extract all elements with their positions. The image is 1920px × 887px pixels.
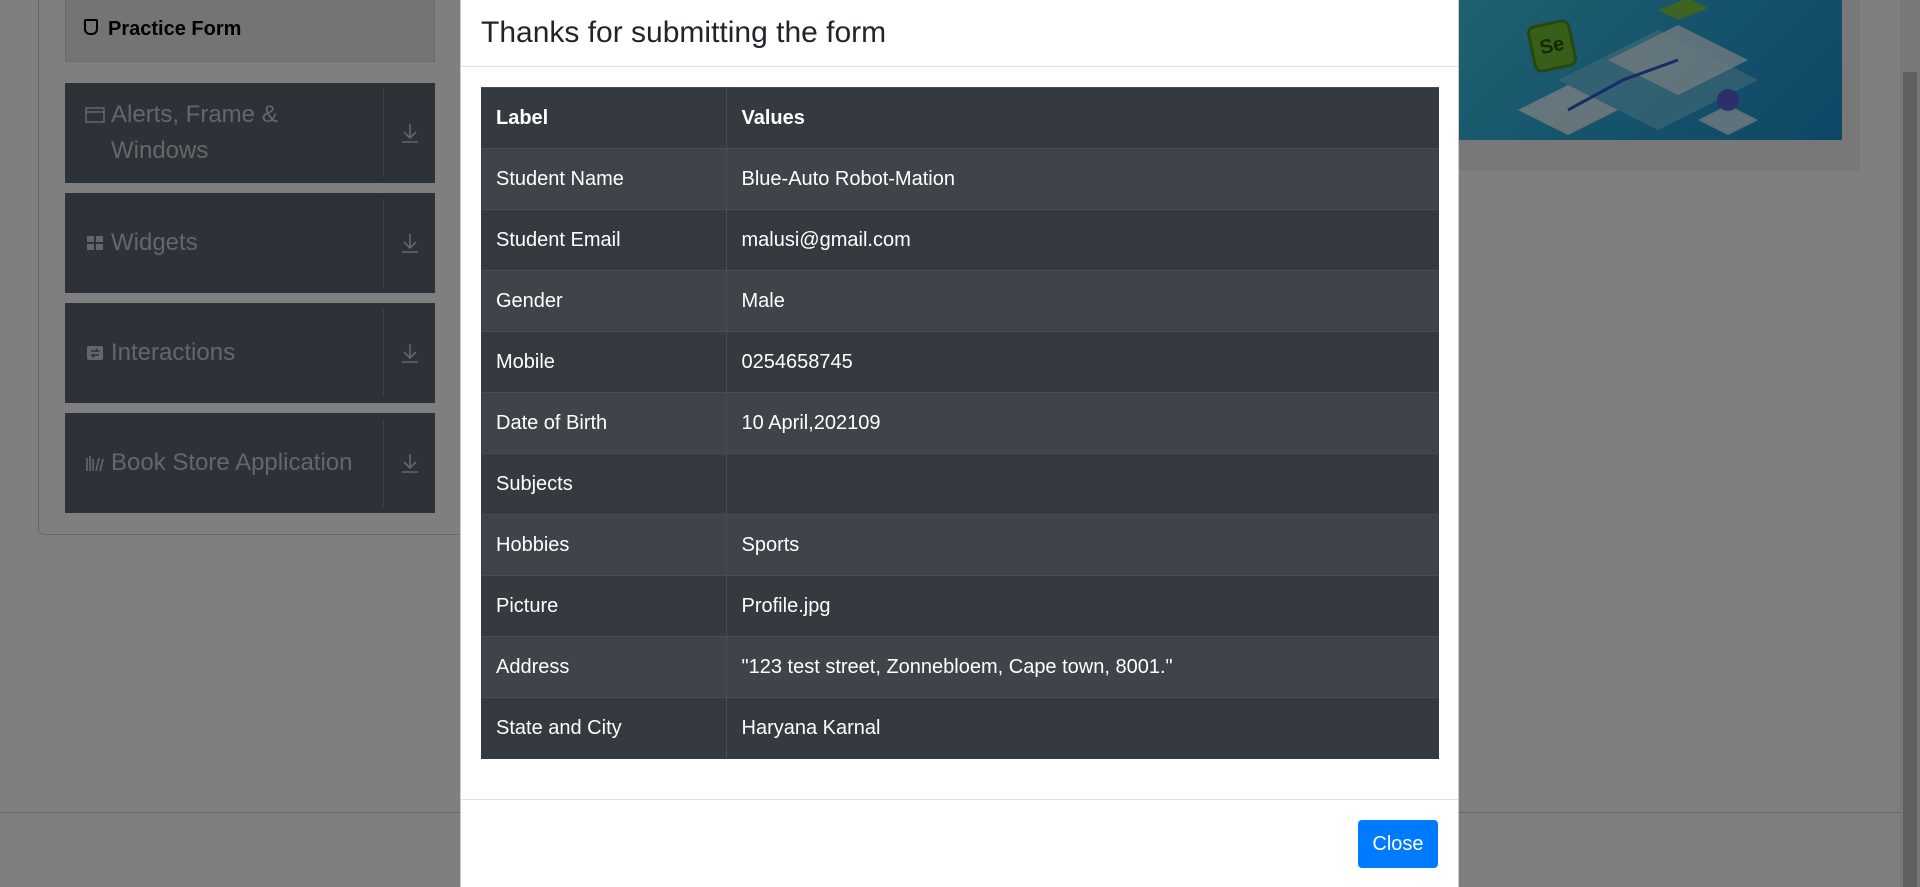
table-row: Date of Birth 10 April,202109 — [481, 392, 1439, 454]
row-value: "123 test street, Zonnebloem, Cape town,… — [726, 636, 1439, 698]
column-header-label: Label — [481, 87, 727, 149]
row-value: Profile.jpg — [726, 575, 1439, 637]
table-row: Student Name Blue-Auto Robot-Mation — [481, 148, 1439, 210]
row-value: Blue-Auto Robot-Mation — [726, 148, 1439, 210]
submission-modal: Thanks for submitting the form Label Val… — [460, 0, 1459, 887]
table-row: Subjects — [481, 453, 1439, 515]
row-label: Gender — [481, 270, 727, 332]
modal-header: Thanks for submitting the form — [461, 0, 1458, 67]
table-row: Gender Male — [481, 270, 1439, 332]
row-value: Haryana Karnal — [726, 697, 1439, 759]
row-label: Student Email — [481, 209, 727, 271]
modal-body: Label Values Student Name Blue-Auto Robot… — [461, 67, 1458, 797]
row-label: Student Name — [481, 148, 727, 210]
modal-title: Thanks for submitting the form — [481, 15, 887, 49]
row-value: 10 April,202109 — [726, 392, 1439, 454]
modal-footer: Close — [461, 799, 1458, 887]
row-value: 0254658745 — [726, 331, 1439, 393]
row-value: Sports — [726, 514, 1439, 576]
row-label: Mobile — [481, 331, 727, 393]
row-value: Male — [726, 270, 1439, 332]
row-label: Subjects — [481, 453, 727, 515]
row-label: Date of Birth — [481, 392, 727, 454]
submission-table: Label Values Student Name Blue-Auto Robot… — [481, 87, 1439, 759]
row-label: Address — [481, 636, 727, 698]
table-row: Student Email malusi@gmail.com — [481, 209, 1439, 271]
close-button[interactable]: Close — [1358, 820, 1438, 868]
row-label: State and City — [481, 697, 727, 759]
column-header-values: Values — [726, 87, 1439, 149]
table-row: State and City Haryana Karnal — [481, 697, 1439, 759]
table-row: Picture Profile.jpg — [481, 575, 1439, 637]
row-value — [726, 453, 1439, 515]
row-label: Hobbies — [481, 514, 727, 576]
row-label: Picture — [481, 575, 727, 637]
table-row: Mobile 0254658745 — [481, 331, 1439, 393]
table-header-row: Label Values — [481, 87, 1439, 149]
row-value: malusi@gmail.com — [726, 209, 1439, 271]
table-row: Hobbies Sports — [481, 514, 1439, 576]
table-row: Address "123 test street, Zonnebloem, Cap… — [481, 636, 1439, 698]
